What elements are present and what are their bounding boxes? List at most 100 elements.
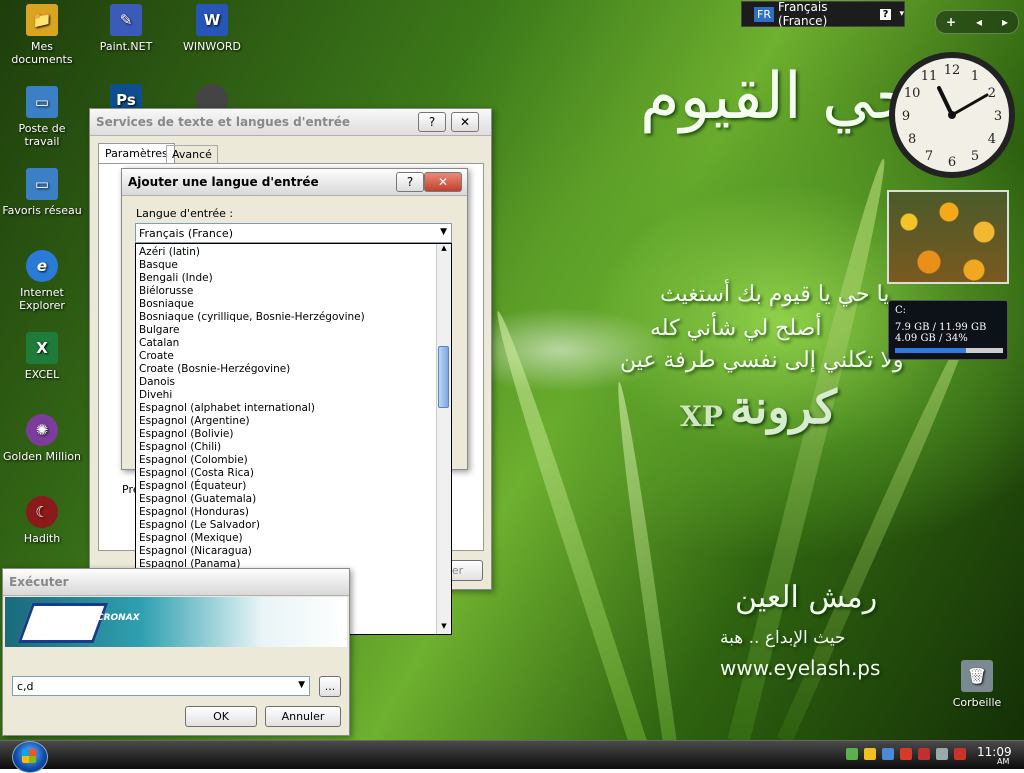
language-option[interactable]: Espagnol (Costa Rica): [137, 467, 437, 480]
language-option[interactable]: Bosniaque (cyrillique, Bosnie-Herzégovin…: [137, 311, 437, 324]
clock-hour-number: 5: [971, 149, 979, 164]
desktop-icon-winword[interactable]: W WINWORD: [170, 4, 254, 53]
desktop-icon-label: Hadith: [23, 532, 61, 545]
close-button[interactable]: ✕: [451, 112, 479, 132]
language-option[interactable]: Bosniaque: [137, 298, 437, 311]
clock-hour-number: 12: [944, 63, 961, 78]
clock-hour-number: 4: [988, 132, 996, 147]
input-language-combobox[interactable]: Français (France) ▼: [135, 223, 452, 243]
desktop-icon-poste-de-travail[interactable]: ▭ Poste de travail: [0, 86, 84, 148]
alert-tray-icon[interactable]: [900, 748, 912, 760]
cancel-button[interactable]: Annuler: [265, 706, 341, 727]
scrollbar-thumb[interactable]: [438, 346, 449, 408]
language-bar[interactable]: FR Français (France) ? ▾: [741, 0, 905, 28]
language-option[interactable]: Biélorusse: [137, 285, 437, 298]
help-icon[interactable]: ?: [879, 8, 892, 20]
language-option[interactable]: Espagnol (Mexique): [137, 532, 437, 545]
desktop-icon-corbeille[interactable]: 🗑 Corbeille: [935, 660, 1019, 709]
desktop-icon-mes-documents[interactable]: 📁 Mes documents: [0, 4, 84, 66]
clock-hour-number: 6: [948, 155, 956, 170]
language-option[interactable]: Bengali (Inde): [137, 272, 437, 285]
combobox-selected-value: Français (France): [139, 227, 233, 240]
language-option[interactable]: Croate (Bosnie-Herzégovine): [137, 363, 437, 376]
tab-parametres[interactable]: Paramètres: [98, 143, 175, 163]
eyelash-slogan: حيث الإبداع .. هبة: [720, 628, 846, 648]
close-button[interactable]: ✕: [424, 172, 462, 192]
desktop-icon-favoris-reseau[interactable]: ▭ Favoris réseau: [0, 168, 84, 217]
dropdown-scrollbar[interactable]: ▲ ▼: [436, 244, 451, 634]
banner-logo-shape: [17, 603, 109, 643]
desktop-icon-label: Golden Million: [3, 450, 81, 463]
network-tray-icon[interactable]: [846, 748, 858, 760]
gadget-next-button[interactable]: ▸: [1002, 15, 1008, 29]
ok-button[interactable]: OK: [185, 706, 257, 727]
language-option[interactable]: Espagnol (Guatemala): [137, 493, 437, 506]
language-option[interactable]: Basque: [137, 259, 437, 272]
security-tray-icon[interactable]: [864, 748, 876, 760]
desktop-icon-label: Favoris réseau: [2, 204, 82, 217]
language-bar-label[interactable]: Français (France): [778, 0, 872, 28]
language-option[interactable]: Espagnol (Le Salvador): [137, 519, 437, 532]
gadget-prev-button[interactable]: ◂: [976, 15, 982, 29]
clock-hour-number: 11: [921, 69, 938, 84]
chevron-down-icon[interactable]: ▼: [298, 680, 305, 690]
run-titlebar[interactable]: Exécuter: [3, 569, 349, 596]
language-option[interactable]: Divehi: [137, 389, 437, 402]
help-button[interactable]: ?: [418, 112, 446, 132]
scroll-up-arrow[interactable]: ▲: [437, 244, 451, 256]
language-option[interactable]: Espagnol (Bolivie): [137, 428, 437, 441]
hadith-icon: ☾: [26, 496, 58, 528]
language-option[interactable]: Azéri (latin): [137, 246, 437, 259]
desktop-icon-paint-net[interactable]: ✎ Paint.NET: [84, 4, 168, 53]
language-option[interactable]: Espagnol (Colombie): [137, 454, 437, 467]
drive-size: 7.9 GB / 11.99 GB: [895, 322, 987, 333]
desktop-icon-excel[interactable]: X EXCEL: [0, 332, 84, 381]
volume-tray-icon[interactable]: [936, 748, 948, 760]
language-option[interactable]: Catalan: [137, 337, 437, 350]
window-title: Services de texte et langues d'entrée: [96, 115, 351, 129]
clock-hour-number: 2: [988, 86, 996, 101]
windows-logo-icon: [22, 749, 36, 763]
monitor-tray-icon[interactable]: [882, 748, 894, 760]
language-code-badge[interactable]: FR: [754, 6, 774, 22]
language-option[interactable]: Espagnol (Chili): [137, 441, 437, 454]
chevron-down-icon[interactable]: ▾: [899, 9, 904, 19]
desktop-icon-hadith[interactable]: ☾ Hadith: [0, 496, 84, 545]
button-label: Annuler: [281, 710, 325, 723]
recycle-bin-icon: 🗑: [961, 660, 993, 692]
tab-avance[interactable]: Avancé: [166, 145, 218, 163]
clock-center: [948, 111, 956, 119]
golden-million-icon: ✺: [26, 414, 58, 446]
drive-letter: C:: [895, 305, 907, 316]
dialog-title: Ajouter une langue d'entrée: [128, 175, 319, 189]
desktop-icon-label: Internet Explorer: [19, 286, 65, 312]
start-button[interactable]: [12, 741, 48, 773]
slideshow-gadget-flowers[interactable]: [887, 190, 1009, 284]
language-option[interactable]: Espagnol (Nicaragua): [137, 545, 437, 558]
arabic-text-line-1: يا حي يا قيوم بك أستغيث: [660, 282, 890, 307]
language-option[interactable]: Espagnol (Argentine): [137, 415, 437, 428]
language-option[interactable]: Danois: [137, 376, 437, 389]
run-input[interactable]: c,d ▼: [12, 676, 310, 696]
shield-tray-icon[interactable]: [954, 748, 966, 760]
desktop-icon-label: Poste de travail: [18, 122, 66, 148]
language-option[interactable]: Espagnol (Honduras): [137, 506, 437, 519]
help-button[interactable]: ?: [396, 172, 424, 192]
excel-icon: X: [26, 332, 58, 364]
language-option[interactable]: Espagnol (alphabet international): [137, 402, 437, 415]
scroll-down-arrow[interactable]: ▼: [437, 622, 451, 634]
safely-remove-tray-icon[interactable]: [918, 748, 930, 760]
grass-blade-decoration: [727, 156, 895, 740]
drive-meter-gadget[interactable]: C: 7.9 GB / 11.99 GB 4.09 GB / 34%: [888, 300, 1008, 360]
browse-button[interactable]: ...: [319, 676, 341, 697]
clock-gadget[interactable]: 1234567891011 12: [887, 50, 1017, 180]
desktop-icon-golden-million[interactable]: ✺ Golden Million: [0, 414, 84, 463]
language-option[interactable]: Bulgare: [137, 324, 437, 337]
chevron-down-icon[interactable]: ▼: [440, 227, 447, 237]
desktop-icon-label: EXCEL: [24, 368, 60, 381]
language-option[interactable]: Croate: [137, 350, 437, 363]
add-gadget-button[interactable]: +: [946, 15, 956, 29]
language-option[interactable]: Espagnol (Équateur): [137, 480, 437, 493]
desktop-icon-internet-explorer[interactable]: e Internet Explorer: [0, 250, 84, 312]
internet-explorer-icon: e: [26, 250, 58, 282]
